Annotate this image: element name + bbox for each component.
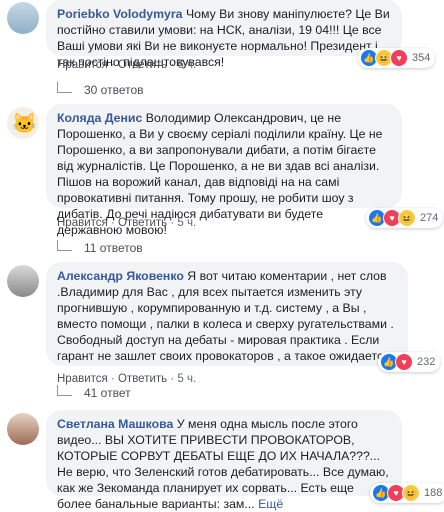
replies-count[interactable]: 41 ответ xyxy=(84,386,131,400)
reply-link[interactable]: Ответить xyxy=(118,217,167,229)
comment-author[interactable]: Poriebko Volodymyra xyxy=(57,7,183,21)
cat-avatar-icon: 🐱 xyxy=(12,113,37,135)
reactions-summary[interactable]: 👍 ♥ 😆 188 xyxy=(370,483,444,503)
comment-actions: Нравится · Ответить · 5 ч. xyxy=(57,217,196,229)
avatar[interactable] xyxy=(7,413,39,445)
reaction-count: 232 xyxy=(417,356,436,368)
reactions-summary[interactable]: 👍 😆 ♥ 354 xyxy=(358,48,436,68)
avatar[interactable] xyxy=(7,265,39,297)
comment-author[interactable]: Коляда Денис xyxy=(57,111,142,125)
view-replies-link[interactable]: 41 ответ xyxy=(57,384,131,400)
view-replies-link[interactable]: 11 ответов xyxy=(57,239,143,255)
comment-author[interactable]: Александр Яковенко xyxy=(57,269,184,283)
separator: · xyxy=(110,373,118,385)
reactions-summary[interactable]: 👍 ♥ 😆 274 xyxy=(366,208,444,228)
see-more-link[interactable]: Ещё xyxy=(258,497,283,511)
reply-arrow-icon xyxy=(57,81,72,93)
love-reaction-icon: ♥ xyxy=(395,353,413,371)
comment-text: У меня одна мысль после этого видео... В… xyxy=(57,417,389,511)
comment-time[interactable]: 5 ч. xyxy=(177,373,196,385)
like-link[interactable]: Нравится xyxy=(57,217,108,229)
comment-time[interactable]: 6 ч. xyxy=(177,59,196,71)
comment-time[interactable]: 5 ч. xyxy=(177,217,196,229)
reply-arrow-icon xyxy=(57,239,72,251)
comment-actions: Нравится · Ответить · 5 ч. xyxy=(57,373,196,385)
reaction-count: 188 xyxy=(424,487,443,499)
replies-count[interactable]: 11 ответов xyxy=(84,241,143,255)
separator: · xyxy=(110,59,118,71)
comment-bubble: Светлана Машкова У меня одна мысль после… xyxy=(46,410,402,511)
like-link[interactable]: Нравится xyxy=(57,59,108,71)
view-replies-link[interactable]: 30 ответов xyxy=(57,81,144,97)
comment-actions: Нравится · Ответить · 6 ч. xyxy=(57,59,196,71)
replies-count[interactable]: 30 ответов xyxy=(84,83,144,97)
avatar[interactable]: 🐱 xyxy=(7,107,39,139)
comment-bubble: Александр Яковенко Я вот читаю коментари… xyxy=(46,262,408,366)
separator: · xyxy=(110,217,118,229)
reply-arrow-icon xyxy=(57,384,72,396)
reply-link[interactable]: Ответить xyxy=(118,373,167,385)
avatar[interactable] xyxy=(7,2,39,34)
comment-text: Я вот читаю коментарии , нет слов .Влади… xyxy=(57,269,397,363)
love-reaction-icon: ♥ xyxy=(390,49,408,67)
haha-reaction-icon: 😆 xyxy=(398,209,416,227)
reaction-count: 274 xyxy=(420,212,439,224)
reaction-count: 354 xyxy=(412,52,431,64)
comment-bubble: Poriebko Volodymyra Чому Ви знову маніпу… xyxy=(46,0,402,69)
comment-bubble: Коляда Денис Володимир Олександрович, це… xyxy=(46,104,402,237)
reply-link[interactable]: Ответить xyxy=(118,59,167,71)
comment-author[interactable]: Светлана Машкова xyxy=(57,417,173,431)
reactions-summary[interactable]: 👍 ♥ 232 xyxy=(378,352,441,372)
like-link[interactable]: Нравится xyxy=(57,373,108,385)
haha-reaction-icon: 😆 xyxy=(402,484,420,502)
